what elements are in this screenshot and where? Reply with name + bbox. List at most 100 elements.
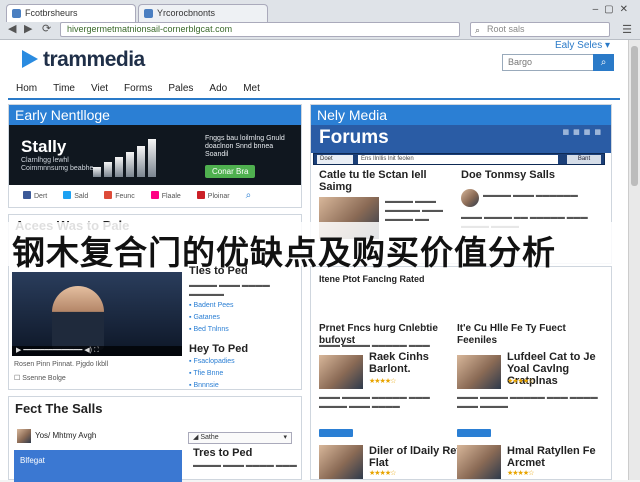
side-link[interactable]: ▪ Badent Pees <box>189 301 234 310</box>
hero-title: Stally <box>21 137 67 156</box>
promo-box[interactable]: Blfegat <box>14 450 182 482</box>
search-icon[interactable]: ⌕ <box>246 190 252 201</box>
item-image[interactable] <box>457 445 501 479</box>
address-bar[interactable]: hivergermetmatnionsail-cornerblgcat.com <box>60 22 460 37</box>
hero-banner[interactable]: Stally Clarnlhgg lewhl Coimmnnsumg beabh… <box>9 125 301 185</box>
site-logo[interactable]: trammedia <box>22 48 145 72</box>
page-scrollbar[interactable] <box>628 40 640 480</box>
logo-text: trammedia <box>43 48 145 71</box>
forums-search-input[interactable]: Ens Ilnllis lnit feolen <box>358 155 558 164</box>
column-heading: It'e Cu Hlle Fe Ty Fuect Feeniles <box>457 323 566 346</box>
language-select[interactable]: Ealy Seles ▾ <box>555 40 610 51</box>
browser-tab-1[interactable]: Fcotbrsheurs <box>6 4 136 22</box>
early-panel: Early Nentlloge Stally Clarnlhgg lewhl C… <box>8 104 302 208</box>
nav-item[interactable]: Forms <box>116 80 160 98</box>
tab-favicon-icon <box>144 9 153 18</box>
forums-search-button[interactable]: Bant <box>567 155 601 164</box>
hero-button[interactable]: Conar Bra <box>205 165 256 178</box>
main-nav: Hom Time Viet Forms Pales Ado Met <box>8 80 620 98</box>
column-text: ▬▬▬ ▬▬▬▬ ▬▬▬▬▬ ▬▬▬ <box>319 342 430 349</box>
menu-icon[interactable]: ☰ <box>622 23 632 36</box>
nav-item[interactable]: Hom <box>8 80 45 98</box>
share-flickr[interactable]: Flaale <box>150 190 181 200</box>
panel-title: Early Nentlloge <box>9 105 301 125</box>
section-title: Fect The Salls <box>15 401 103 416</box>
site-search-placeholder: Bargo <box>508 57 533 67</box>
video-thumbnail <box>52 286 104 350</box>
video-meta: ☐ Ssenne Bolge <box>14 375 66 382</box>
item-image[interactable] <box>319 355 363 389</box>
video-player[interactable]: ▶ ━━━━━━━━━━━━━━ ◀) ⛶ <box>12 272 182 356</box>
item-title[interactable]: Diler of lDaily Ret Flat <box>369 445 461 469</box>
rating-stars: ★★★★☆ <box>369 470 396 477</box>
overlay-title: 钢木复合门的优缺点及购买价值分析 <box>12 233 556 272</box>
card-text: ▬▬▬▬ ▬▬▬ ▬▬▬▬▬▬ <box>483 192 578 199</box>
rating-stars: ★★★★☆ <box>507 378 534 385</box>
google-icon <box>104 190 113 199</box>
forums-search-bar: Doet Ens Ilnllis lnit feolen Bant <box>313 153 605 165</box>
nav-item[interactable]: Viet <box>83 80 116 98</box>
promo-title: Blfegat <box>20 456 45 465</box>
facebook-icon <box>23 190 31 199</box>
rating-stars: ★★★★☆ <box>507 470 534 477</box>
title-overlay: 钢木复合门的优缺点及购买价值分析 <box>0 222 628 272</box>
side-link[interactable]: ▪ Gatanes <box>189 313 220 322</box>
nav-item[interactable]: Ado <box>201 80 235 98</box>
panel-title: Nely Media <box>311 105 611 125</box>
side-text: ▬▬▬▬ ▬▬▬ ▬▬▬▬ ▬▬▬▬▬ <box>189 282 270 298</box>
avatar <box>17 429 31 443</box>
column-heading: Itene Ptot Fanclng Rated <box>319 274 425 284</box>
side-text: ▬▬▬▬ ▬▬▬ ▬▬▬▬ ▬▬▬ <box>193 462 297 469</box>
item-title[interactable]: Raek Cinhs Barlont. <box>369 351 461 375</box>
nav-item[interactable]: Met <box>235 80 268 98</box>
share-google[interactable]: Feunc <box>104 190 135 200</box>
item-text: ▬▬▬ ▬▬▬▬ ▬▬▬▬▬ ▬▬▬ ▬▬▬▬ ▬▬▬ ▬▬▬▬ <box>319 394 430 410</box>
side-link[interactable]: ▪ Bed Tnlnns <box>189 325 229 334</box>
flickr-icon <box>150 190 159 199</box>
user-line[interactable]: Yos/ Mhtmy Avgh <box>35 431 96 440</box>
item-image[interactable] <box>457 355 501 389</box>
nav-item[interactable]: Pales <box>160 80 201 98</box>
side-heading: Hey To Ped <box>189 343 249 355</box>
nav-item[interactable]: Time <box>45 80 83 98</box>
search-icon[interactable]: ⌕ <box>593 54 614 71</box>
forums-header: Forums ▦▦▦▦ <box>311 125 611 153</box>
video-controls[interactable]: ▶ ━━━━━━━━━━━━━━ ◀) ⛶ <box>12 346 182 356</box>
share-twitter[interactable]: Sald <box>63 190 88 200</box>
nav-divider <box>8 98 620 100</box>
listing-panel: Itene Ptot Fanclng Rated Prnet Fncs hurg… <box>310 266 612 480</box>
share-facebook[interactable]: Dert <box>23 190 47 200</box>
window-controls[interactable]: –▢✕ <box>593 4 634 15</box>
chevron-down-icon: ▾ <box>283 434 287 441</box>
item-image[interactable] <box>319 445 363 479</box>
forums-icons[interactable]: ▦▦▦▦ <box>563 128 605 136</box>
card-title[interactable]: Doe Tonmsy Salls <box>461 169 601 181</box>
side-link[interactable]: ▪ Bnnnsie <box>189 381 219 390</box>
avatar <box>461 189 479 207</box>
browser-search-input[interactable]: ⌕ Root sals <box>470 22 610 37</box>
scrollbar-thumb[interactable] <box>631 46 638 186</box>
reload-icon[interactable]: ⟳ <box>42 22 51 37</box>
social-share-bar: Dert Sald Feunc Flaale Ploinar ⌕ <box>9 185 301 205</box>
browser-tab-2[interactable]: Yrcorocbnonts <box>138 4 268 22</box>
hero-description: Fnggs bau loilrnlng Gnuld doaclnon Snnd … <box>205 135 285 158</box>
card-title[interactable]: Catle tu tle Sctan Iell Saimg <box>319 169 459 193</box>
search-icon: ⌕ <box>475 25 481 35</box>
tab-label: Fcotbrsheurs <box>25 8 78 18</box>
browser-chrome: Fcotbrsheurs Yrcorocbnonts –▢✕ ◀ ▶ ⟳ hiv… <box>0 0 640 40</box>
search-placeholder: Root sals <box>487 24 525 34</box>
side-link[interactable]: ▪ Tfie Bnne <box>189 369 223 378</box>
item-text: ▬▬▬ ▬▬▬▬ ▬▬▬▬▬ ▬▬▬ ▬▬▬▬ ▬▬▬ ▬▬▬▬ <box>457 394 598 410</box>
item-title[interactable]: Hmal Ratyllen Fe Arcmet <box>507 445 607 469</box>
share-pinterest[interactable]: Ploinar <box>196 190 230 200</box>
video-caption: Rosen Pinn Pinnat. Pjgdo Ikbll <box>14 361 109 368</box>
back-arrow-icon[interactable]: ◀ <box>8 22 16 37</box>
read-more-button[interactable] <box>319 429 353 437</box>
side-link[interactable]: ▪ Fsaclopadies <box>189 357 235 366</box>
sort-dropdown[interactable]: ◢ Sathe ▾ <box>188 432 292 444</box>
forward-arrow-icon[interactable]: ▶ <box>24 22 32 37</box>
read-more-button[interactable] <box>457 429 491 437</box>
tab-favicon-icon <box>12 9 21 18</box>
site-search-input[interactable]: Bargo ⌕ <box>502 54 614 71</box>
forums-select[interactable]: Doet <box>317 155 353 164</box>
